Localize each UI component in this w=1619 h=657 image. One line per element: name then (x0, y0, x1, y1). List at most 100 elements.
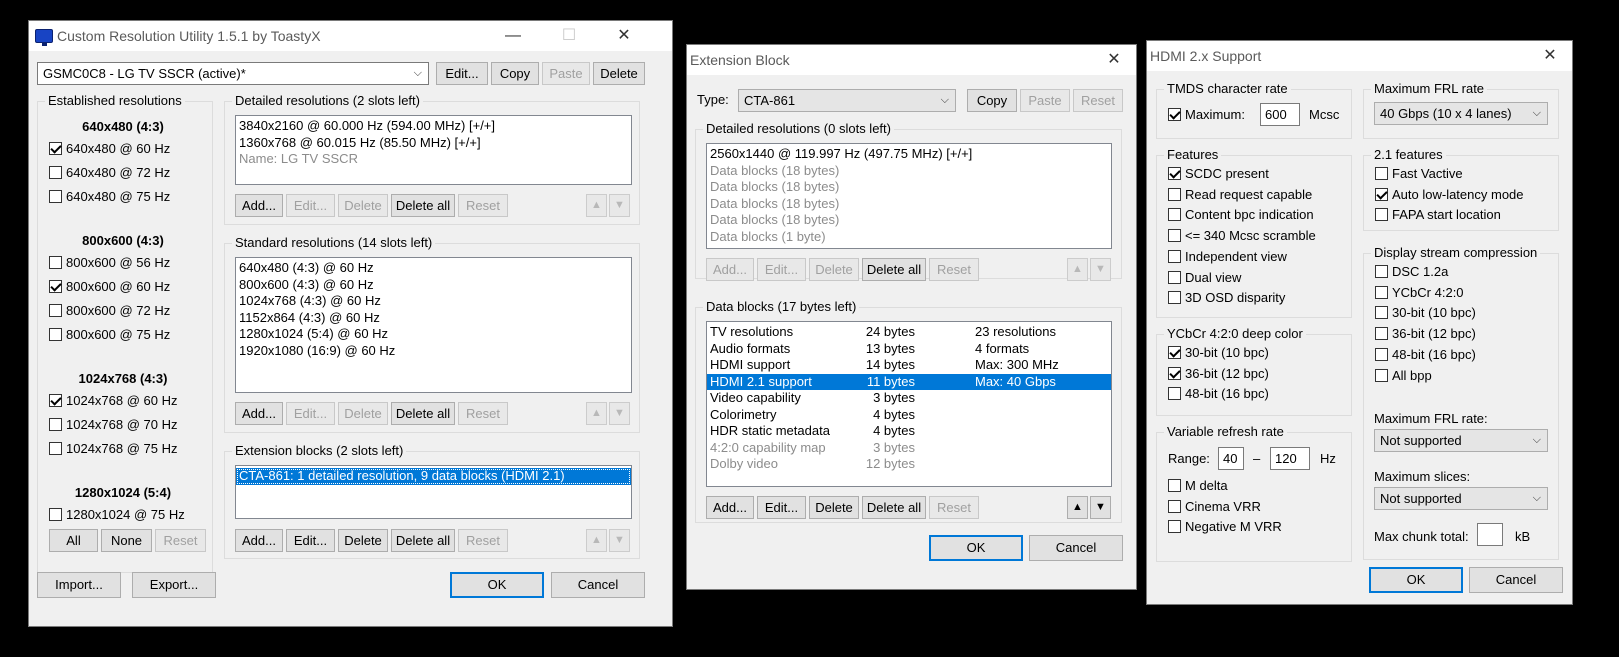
ext-detailed-down-arrow-icon[interactable]: ▼ (1090, 258, 1111, 281)
established-checkbox[interactable]: 640x480 @ 72 Hz (49, 165, 170, 181)
datablock-row[interactable]: HDMI support 14 bytes Max: 300 MHz (707, 357, 1111, 374)
detailed-reset-button[interactable]: Reset (458, 194, 508, 217)
ext-detailed-list-item[interactable]: Data blocks (18 bytes) (707, 163, 1111, 180)
dsc-checkbox[interactable]: YCbCr 4:2:0 (1375, 285, 1464, 301)
feature-checkbox[interactable]: Independent view (1168, 249, 1287, 265)
minimize-icon[interactable]: — (490, 21, 536, 51)
hdmi-ok-button[interactable]: OK (1369, 567, 1463, 593)
datablock-row[interactable]: TV resolutions 24 bytes 23 resolutions (707, 324, 1111, 341)
detailed-delete-all-button[interactable]: Delete all (391, 194, 455, 217)
vrr-max-input[interactable]: 120 (1270, 447, 1310, 470)
ext-copy-button[interactable]: Copy (967, 89, 1017, 112)
extension-edit-button[interactable]: Edit... (286, 529, 335, 552)
feature-checkbox[interactable]: 3D OSD disparity (1168, 290, 1285, 306)
established-checkbox[interactable]: 800x600 @ 72 Hz (49, 303, 170, 319)
type-select[interactable]: CTA-861 ⌵ (738, 89, 956, 112)
datablocks-down-arrow-icon[interactable]: ▼ (1090, 496, 1111, 519)
standard-list-item[interactable]: 1280x1024 (5:4) @ 60 Hz (236, 326, 631, 343)
datablock-row[interactable]: Colorimetry 4 bytes (707, 407, 1111, 424)
extension-list-item[interactable]: CTA-861: 1 detailed resolution, 9 data b… (236, 468, 631, 485)
ext-detailed-list-item[interactable]: Data blocks (18 bytes) (707, 212, 1111, 229)
dsc-checkbox[interactable]: 30-bit (10 bpc) (1375, 305, 1476, 321)
standard-add-button[interactable]: Add... (235, 402, 283, 425)
established-checkbox[interactable]: 1280x1024 @ 75 Hz (49, 507, 185, 523)
dsc-checkbox[interactable]: DSC 1.2a (1375, 264, 1448, 280)
standard-up-arrow-icon[interactable]: ▲ (586, 402, 607, 425)
extension-add-button[interactable]: Add... (235, 529, 283, 552)
ext-detailed-list-item[interactable]: Data blocks (1 byte) (707, 229, 1111, 246)
dsc-slices-select[interactable]: Not supported ⌵ (1374, 487, 1548, 510)
cru-titlebar[interactable]: Custom Resolution Utility 1.5.1 by Toast… (29, 21, 672, 51)
device-select[interactable]: GSMC0C8 - LG TV SSCR (active)* ⌵ (37, 62, 429, 85)
close-icon[interactable]: ✕ (1091, 45, 1137, 75)
vrr-checkbox[interactable]: Negative M VRR (1168, 519, 1282, 535)
ext-detailed-delete-all-button[interactable]: Delete all (862, 258, 926, 281)
ext-paste-button[interactable]: Paste (1020, 89, 1070, 112)
ext-detailed-edit-button[interactable]: Edit... (757, 258, 806, 281)
dsc-checkbox[interactable]: 36-bit (12 bpc) (1375, 326, 1476, 342)
f21-checkbox[interactable]: Auto low-latency mode (1375, 187, 1524, 203)
dsc-chunk-input[interactable] (1477, 523, 1503, 546)
datablocks-delete-button[interactable]: Delete (809, 496, 859, 519)
device-delete-button[interactable]: Delete (593, 62, 645, 85)
ext-detailed-list-item[interactable]: 2560x1440 @ 119.997 Hz (497.75 MHz) [+/+… (707, 146, 1111, 163)
dsc-checkbox[interactable]: All bpp (1375, 368, 1432, 384)
detailed-add-button[interactable]: Add... (235, 194, 283, 217)
dsc-checkbox[interactable]: 48-bit (16 bpc) (1375, 347, 1476, 363)
detailed-down-arrow-icon[interactable]: ▼ (609, 194, 630, 217)
datablock-row[interactable]: Audio formats 13 bytes 4 formats (707, 341, 1111, 358)
hdmi-cancel-button[interactable]: Cancel (1469, 567, 1563, 593)
ext-detailed-add-button[interactable]: Add... (706, 258, 754, 281)
device-paste-button[interactable]: Paste (542, 62, 590, 85)
established-checkbox[interactable]: 640x480 @ 60 Hz (49, 141, 170, 157)
feature-checkbox[interactable]: SCDC present (1168, 166, 1269, 182)
cru-ok-button[interactable]: OK (450, 572, 544, 598)
frl-select[interactable]: 40 Gbps (10 x 4 lanes) ⌵ (1374, 102, 1548, 125)
detailed-list-item[interactable]: 1360x768 @ 60.015 Hz (85.50 MHz) [+/+] (236, 135, 631, 152)
ext-reset-button[interactable]: Reset (1073, 89, 1123, 112)
device-copy-button[interactable]: Copy (491, 62, 539, 85)
standard-list[interactable]: 640x480 (4:3) @ 60 Hz 800x600 (4:3) @ 60 … (235, 257, 632, 393)
feature-checkbox[interactable]: <= 340 Mcsc scramble (1168, 228, 1316, 244)
datablocks-edit-button[interactable]: Edit... (757, 496, 806, 519)
ext-titlebar[interactable]: Extension Block ✕ (687, 45, 1136, 75)
ycbcr-checkbox[interactable]: 36-bit (12 bpc) (1168, 366, 1269, 382)
established-all-button[interactable]: All (49, 529, 98, 552)
feature-checkbox[interactable]: Read request capable (1168, 187, 1312, 203)
vrr-min-input[interactable]: 40 (1218, 447, 1244, 470)
dsc-frl-select[interactable]: Not supported ⌵ (1374, 429, 1548, 452)
feature-checkbox[interactable]: Dual view (1168, 270, 1241, 286)
f21-checkbox[interactable]: FAPA start location (1375, 207, 1501, 223)
datablocks-reset-button[interactable]: Reset (929, 496, 979, 519)
ext-detailed-delete-button[interactable]: Delete (809, 258, 859, 281)
ext-detailed-up-arrow-icon[interactable]: ▲ (1067, 258, 1088, 281)
established-checkbox[interactable]: 640x480 @ 75 Hz (49, 189, 170, 205)
ext-cancel-button[interactable]: Cancel (1029, 535, 1123, 561)
ext-detailed-reset-button[interactable]: Reset (929, 258, 979, 281)
datablocks-up-arrow-icon[interactable]: ▲ (1067, 496, 1088, 519)
standard-delete-button[interactable]: Delete (338, 402, 388, 425)
datablock-row[interactable]: HDR static metadata 4 bytes (707, 423, 1111, 440)
vrr-checkbox[interactable]: Cinema VRR (1168, 499, 1261, 515)
ext-detailed-list[interactable]: 2560x1440 @ 119.997 Hz (497.75 MHz) [+/+… (706, 143, 1112, 249)
device-edit-button[interactable]: Edit... (436, 62, 488, 85)
established-checkbox[interactable]: 800x600 @ 60 Hz (49, 279, 170, 295)
ext-ok-button[interactable]: OK (929, 535, 1023, 561)
ext-detailed-list-item[interactable]: Data blocks (18 bytes) (707, 179, 1111, 196)
detailed-delete-button[interactable]: Delete (338, 194, 388, 217)
vrr-checkbox[interactable]: M delta (1168, 478, 1228, 494)
extension-reset-button[interactable]: Reset (458, 529, 508, 552)
established-none-button[interactable]: None (101, 529, 152, 552)
standard-list-item[interactable]: 800x600 (4:3) @ 60 Hz (236, 277, 631, 294)
cru-cancel-button[interactable]: Cancel (551, 572, 645, 598)
hdmi-titlebar[interactable]: HDMI 2.x Support ✕ (1147, 41, 1572, 71)
ycbcr-checkbox[interactable]: 30-bit (10 bpc) (1168, 345, 1269, 361)
detailed-up-arrow-icon[interactable]: ▲ (586, 194, 607, 217)
extension-list[interactable]: CTA-861: 1 detailed resolution, 9 data b… (235, 465, 632, 519)
standard-list-item[interactable]: 1024x768 (4:3) @ 60 Hz (236, 293, 631, 310)
established-checkbox[interactable]: 1024x768 @ 60 Hz (49, 393, 178, 409)
datablocks-list[interactable]: TV resolutions 24 bytes 23 resolutions Audi… (706, 321, 1112, 487)
ycbcr-checkbox[interactable]: 48-bit (16 bpc) (1168, 386, 1269, 402)
datablocks-delete-all-button[interactable]: Delete all (862, 496, 926, 519)
detailed-list-item[interactable]: 3840x2160 @ 60.000 Hz (594.00 MHz) [+/+] (236, 118, 631, 135)
